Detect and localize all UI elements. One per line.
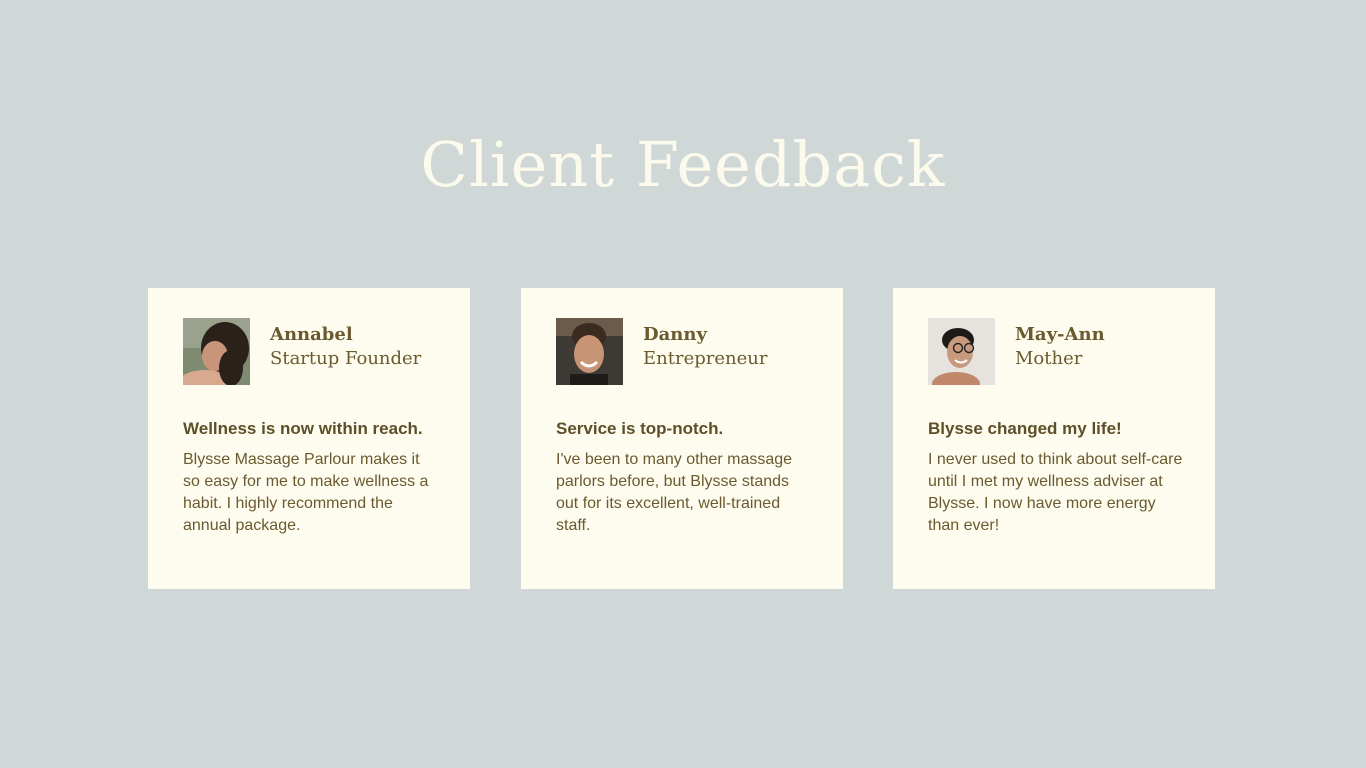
person-name: Danny [643, 324, 707, 345]
woman-smiling-photo-icon [556, 318, 623, 385]
person-name: Annabel [270, 324, 353, 345]
avatar [928, 318, 995, 385]
avatar [183, 318, 250, 385]
testimonial-quote: Blysse Massage Parlour makes it so easy … [183, 451, 429, 534]
person-role: Mother [1015, 348, 1083, 369]
person-name: May-Ann [1015, 324, 1105, 345]
testimonial-card: Annabel Startup Founder Wellness is now … [148, 288, 470, 589]
testimonial-card: Danny Entrepreneur Service is top-notch.… [521, 288, 843, 589]
testimonial-headline: Blysse changed my life! [928, 419, 1122, 438]
testimonial-quote: I've been to many other massage parlors … [556, 451, 793, 534]
avatar [556, 318, 623, 385]
testimonial-headline: Wellness is now within reach. [183, 419, 423, 438]
woman-glasses-photo-icon [928, 318, 995, 385]
testimonial-cards: Annabel Startup Founder Wellness is now … [148, 288, 1216, 589]
page-title: Client Feedback [420, 128, 946, 201]
woman-portrait-photo-icon [183, 318, 250, 385]
testimonial-headline: Service is top-notch. [556, 419, 724, 438]
testimonial-quote: I never used to think about self-care un… [928, 451, 1183, 534]
testimonial-card: May-Ann Mother Blysse changed my life! I… [893, 288, 1215, 589]
person-role: Entrepreneur [643, 348, 768, 369]
person-role: Startup Founder [270, 348, 422, 369]
